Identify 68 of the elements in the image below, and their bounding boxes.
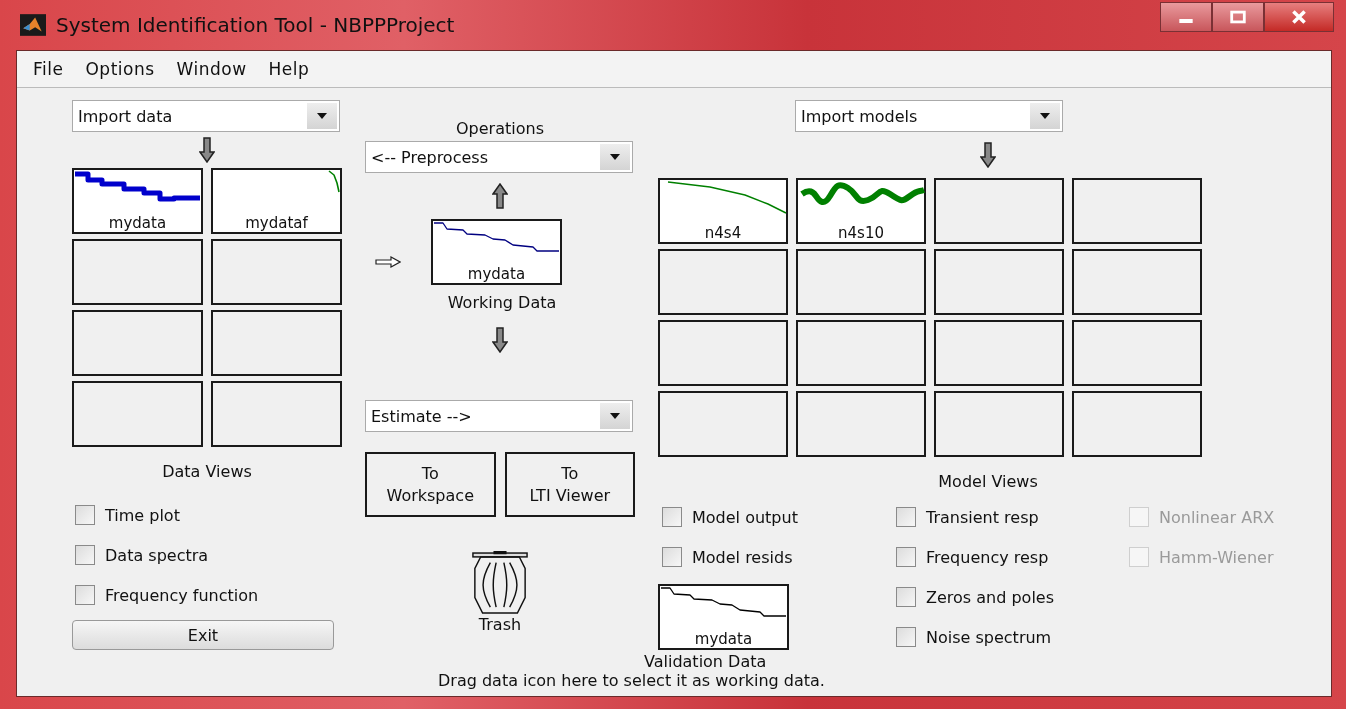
- checkbox[interactable]: [662, 547, 682, 567]
- caption-text: Working Data: [446, 293, 558, 312]
- data-icon[interactable]: mydataf: [211, 168, 342, 234]
- close-button[interactable]: [1264, 2, 1334, 32]
- icon-label: mydata: [693, 630, 754, 648]
- menu-item[interactable]: File: [25, 59, 78, 79]
- trash-icon: [471, 551, 529, 615]
- menu-item[interactable]: Options: [77, 59, 169, 79]
- checkbox-label: Hamm-Wiener: [1159, 547, 1274, 567]
- checkbox-label: Nonlinear ARX: [1159, 507, 1275, 527]
- checkbox-label: Model output: [692, 507, 798, 527]
- caret-icon: [1039, 112, 1051, 120]
- model-icon[interactable]: n4s4: [658, 178, 788, 244]
- checkbox[interactable]: [896, 507, 916, 527]
- checkbox-label: Transient resp: [926, 507, 1039, 527]
- export-button[interactable]: To LTI Viewer: [504, 452, 635, 517]
- icon-label: n4s4: [703, 224, 743, 242]
- checkbox-label: Zeros and poles: [926, 587, 1054, 607]
- section-title: Operations: [455, 119, 545, 140]
- up-arrow-icon: [492, 183, 508, 209]
- window-title: System Identification Tool - NBPPProject: [56, 13, 455, 37]
- section-title: Data Views: [161, 462, 253, 483]
- caret-icon: [316, 112, 328, 120]
- exit-button[interactable]: Exit: [72, 620, 334, 650]
- checkbox-label: Frequency function: [105, 585, 259, 605]
- menu-item[interactable]: Help: [260, 59, 324, 79]
- section-title: Model Views: [937, 472, 1039, 493]
- checkbox-label: Model resids: [692, 547, 793, 567]
- close-icon: [1289, 10, 1309, 24]
- validation-data-icon[interactable]: mydata: [658, 584, 789, 650]
- caption-text: Validation Data: [644, 652, 767, 671]
- checkbox[interactable]: [75, 585, 95, 605]
- checkbox[interactable]: [662, 507, 682, 527]
- checkbox-label: Data spectra: [105, 545, 209, 565]
- checkbox-label: Noise spectrum: [926, 627, 1052, 647]
- maximize-icon: [1228, 10, 1248, 24]
- working-data-icon[interactable]: mydata: [431, 219, 562, 285]
- checkbox[interactable]: [896, 587, 916, 607]
- model-icon[interactable]: n4s10: [796, 178, 926, 244]
- icon-label: n4s10: [837, 224, 885, 242]
- app-logo-icon: [20, 14, 46, 36]
- data-icon[interactable]: mydata: [72, 168, 203, 234]
- checkbox[interactable]: [896, 627, 916, 647]
- icon-label: mydata: [466, 265, 527, 283]
- hint-text: Drag data icon here to select it as working data.: [438, 671, 826, 690]
- icon-label: mydata: [107, 214, 168, 232]
- trash-label: Trash: [478, 615, 522, 634]
- import-data-dropdown[interactable]: Import data: [72, 100, 340, 132]
- checkbox-label: Time plot: [105, 505, 180, 525]
- menu-item[interactable]: Window: [168, 59, 261, 79]
- checkbox[interactable]: [75, 505, 95, 525]
- export-button[interactable]: To Workspace: [365, 452, 496, 517]
- down-arrow-icon: [199, 137, 215, 163]
- minimize-icon: [1179, 19, 1193, 23]
- preprocess-dropdown[interactable]: <-- Preprocess: [365, 141, 633, 173]
- caret-icon: [609, 412, 621, 420]
- icon-label: mydataf: [244, 214, 309, 232]
- checkbox[interactable]: [896, 547, 916, 567]
- right-arrow-icon: [375, 256, 401, 268]
- import-models-dropdown[interactable]: Import models: [795, 100, 1063, 132]
- down-arrow-icon: [980, 142, 996, 168]
- caret-icon: [609, 153, 621, 161]
- minimize-button[interactable]: [1160, 2, 1212, 32]
- down-arrow-icon: [492, 327, 508, 353]
- maximize-button[interactable]: [1212, 2, 1264, 32]
- checkbox[interactable]: [75, 545, 95, 565]
- estimate-dropdown[interactable]: Estimate -->: [365, 400, 633, 432]
- checkbox-label: Frequency resp: [926, 547, 1049, 567]
